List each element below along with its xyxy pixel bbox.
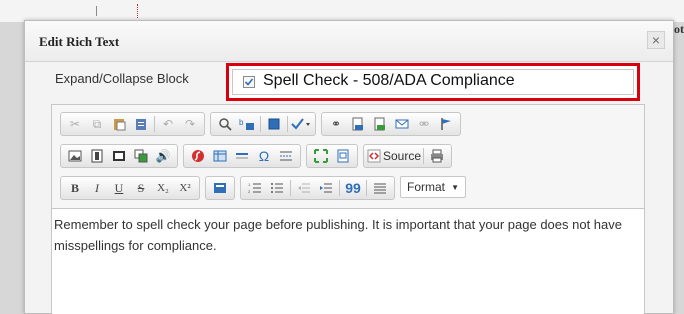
link-icon[interactable]: ⚭ (325, 114, 347, 134)
indent-icon[interactable] (315, 178, 337, 198)
separator (287, 116, 288, 132)
editor-content-text[interactable]: Remember to spell check your page before… (54, 214, 642, 256)
expand-collapse-checkbox[interactable] (243, 76, 255, 88)
background-edge-text: ot (674, 22, 684, 36)
editor-content-area[interactable]: Remember to spell check your page before… (52, 208, 644, 314)
align-icon[interactable] (369, 178, 391, 198)
toolbar-row-1: ✂ ⧉ ↶ ↷ b ⚭ ⚮ (60, 112, 466, 138)
print-icon[interactable] (426, 146, 448, 166)
bold-button[interactable]: B (64, 178, 86, 198)
document-link-icon[interactable] (347, 114, 369, 134)
close-button[interactable]: × (647, 31, 665, 49)
paragraph-group: 12 99 (240, 176, 395, 200)
template-icon[interactable] (130, 146, 152, 166)
superscript-button[interactable]: X² (174, 178, 196, 198)
title-input-wrapper[interactable]: Spell Check - 508/ADA Compliance (232, 69, 634, 95)
rich-text-editor: ✂ ⧉ ↶ ↷ b ⚭ ⚮ 🔊 Ω Source B I U S X₂ X² 1… (51, 104, 645, 314)
close-icon: × (651, 32, 661, 48)
clipboard-group: ✂ ⧉ ↶ ↷ (60, 112, 205, 136)
image-icon[interactable] (64, 146, 86, 166)
show-blocks-icon[interactable] (332, 146, 354, 166)
source-icon (367, 149, 381, 163)
separator (339, 180, 340, 196)
separator (366, 180, 367, 196)
basic-styles-group: B I U S X₂ X² (60, 176, 200, 200)
field-label: Expand/Collapse Block (55, 71, 189, 86)
subscript-button[interactable]: X₂ (152, 178, 174, 198)
format-label: Format (407, 180, 446, 194)
maximize-icon[interactable] (310, 146, 332, 166)
page-break-icon[interactable] (275, 146, 297, 166)
bullet-list-icon[interactable] (266, 178, 288, 198)
underline-button[interactable]: U (108, 178, 130, 198)
flash-plugin-icon[interactable] (187, 146, 209, 166)
paste-icon[interactable] (108, 114, 130, 134)
italic-button[interactable]: I (86, 178, 108, 198)
checkmark-icon (244, 78, 254, 86)
audio-icon[interactable]: 🔊 (152, 146, 174, 166)
spellcheck-icon[interactable] (290, 114, 312, 134)
source-label: Source (383, 149, 422, 163)
chevron-down-icon: ▼ (451, 182, 459, 192)
blockquote-button[interactable]: 99 (342, 178, 364, 198)
dialog-header: Edit Rich Text × (25, 21, 673, 62)
strike-button[interactable]: S (130, 178, 152, 198)
email-link-icon[interactable] (391, 114, 413, 134)
cut-icon[interactable]: ✂ (64, 114, 86, 134)
separator (154, 116, 155, 132)
view-group (306, 144, 358, 168)
insert-group: 🔊 (60, 144, 178, 168)
source-group: Source (363, 144, 453, 168)
source-button[interactable]: Source (367, 146, 421, 166)
dialog-title: Edit Rich Text (39, 34, 120, 49)
media-icon[interactable] (108, 146, 130, 166)
outdent-icon[interactable] (293, 178, 315, 198)
find-group: b (210, 112, 316, 136)
image-link-icon[interactable] (369, 114, 391, 134)
svg-text:b: b (239, 118, 244, 127)
redo-icon[interactable]: ↷ (179, 114, 201, 134)
numbered-list-icon[interactable]: 12 (244, 178, 266, 198)
unlink-icon[interactable]: ⚮ (413, 114, 435, 134)
toolbar-row-2: 🔊 Ω Source (60, 144, 457, 170)
cleanup-group (205, 176, 235, 200)
tools-group: Ω (183, 144, 301, 168)
special-char-icon[interactable]: Ω (253, 146, 275, 166)
background-divider-mark (137, 4, 139, 18)
separator (423, 148, 425, 164)
toolbar-row-3: B I U S X₂ X² 12 99 Format ▼ (60, 176, 466, 202)
edit-rich-text-dialog: Edit Rich Text × Expand/Collapse Block S… (24, 20, 674, 314)
format-dropdown[interactable]: Format ▼ (400, 176, 466, 198)
replace-icon[interactable]: b (236, 114, 258, 134)
table-icon[interactable] (209, 146, 231, 166)
flash-icon[interactable] (86, 146, 108, 166)
find-icon[interactable] (214, 114, 236, 134)
select-all-icon[interactable] (263, 114, 285, 134)
horizontal-rule-icon[interactable] (231, 146, 253, 166)
link-group: ⚭ ⚮ (321, 112, 461, 136)
anchor-icon[interactable] (435, 114, 457, 134)
paste-text-icon[interactable] (130, 114, 152, 134)
background-page-strip (0, 0, 684, 22)
highlight-box: Spell Check - 508/ADA Compliance (226, 63, 640, 101)
separator (290, 180, 291, 196)
svg-text:2: 2 (248, 189, 251, 194)
undo-icon[interactable]: ↶ (157, 114, 179, 134)
background-cursor-mark (96, 6, 97, 16)
copy-icon[interactable]: ⧉ (86, 114, 108, 134)
block-title-input[interactable]: Spell Check - 508/ADA Compliance (263, 72, 515, 90)
svg-text:1: 1 (248, 182, 251, 187)
remove-format-icon[interactable] (209, 178, 231, 198)
separator (260, 116, 261, 132)
